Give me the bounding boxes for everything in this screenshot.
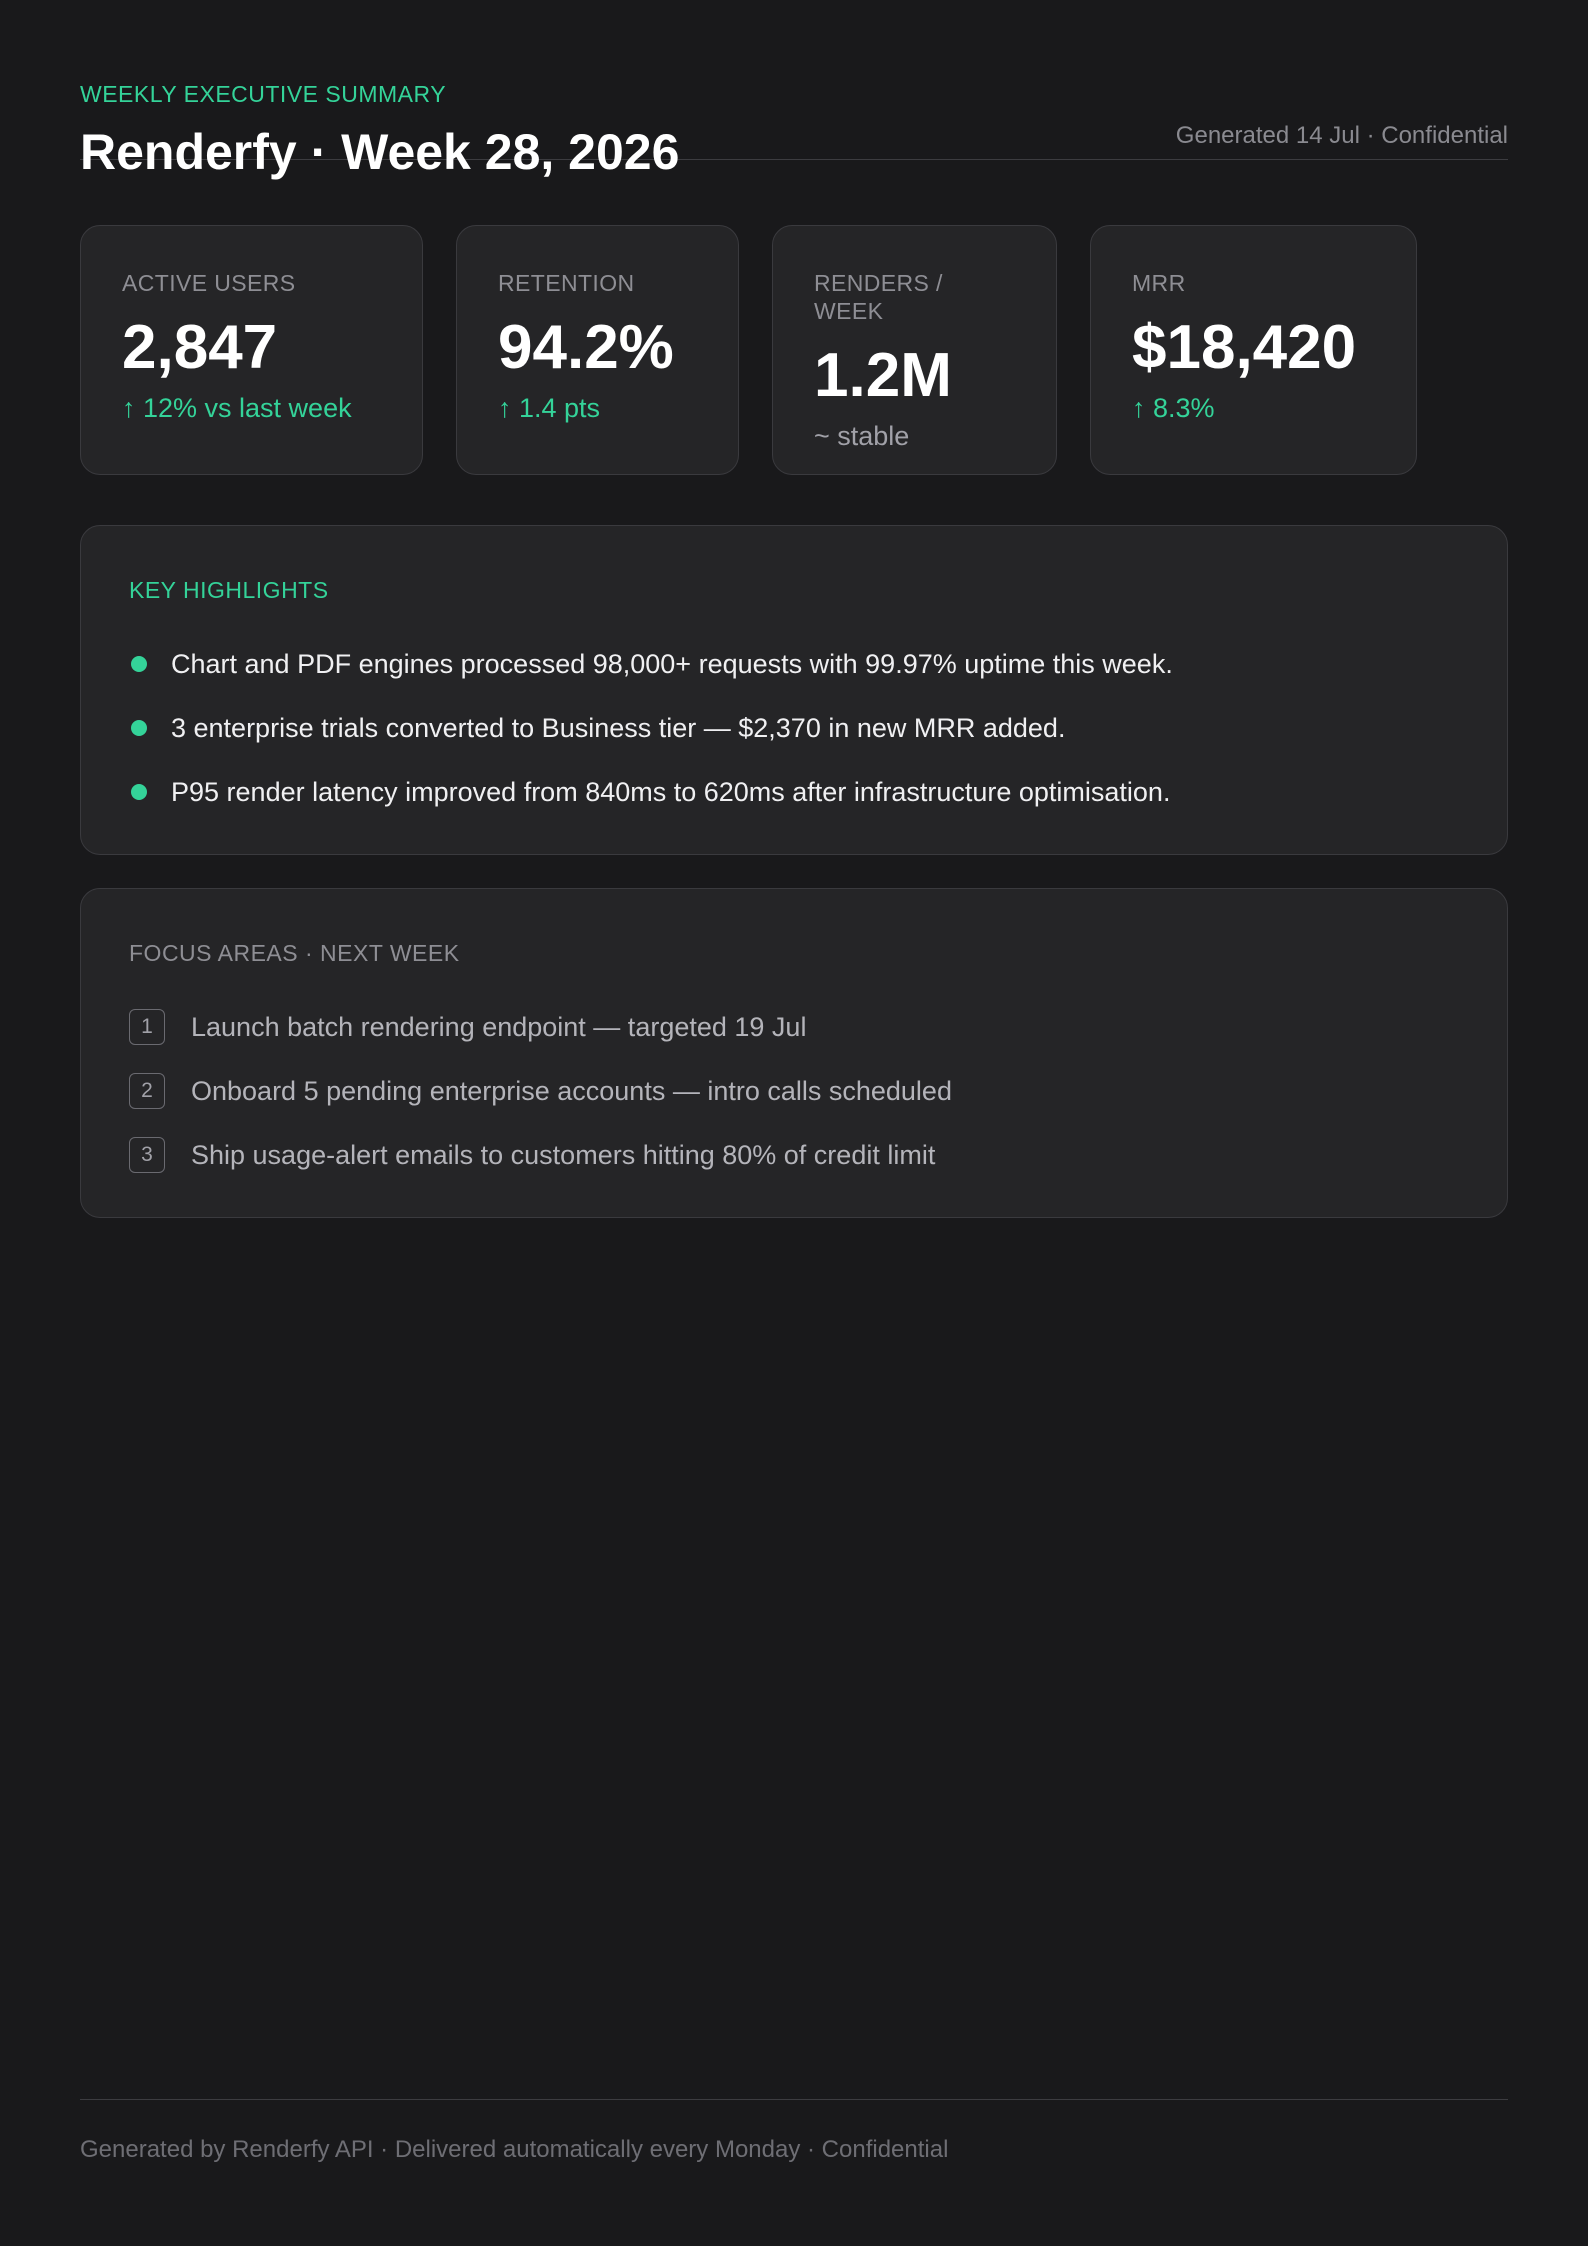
metric-value: 2,847 [122, 313, 278, 382]
metric-card-mrr: MRR $18,420 ↑ 8.3% [1090, 225, 1417, 475]
key-highlights-card: KEY HIGHLIGHTS Chart and PDF engines pro… [80, 525, 1508, 855]
metric-delta: ↑ 8.3% [1132, 393, 1215, 423]
metric-card-active-users: ACTIVE USERS 2,847 ↑ 12% vs last week [80, 225, 423, 475]
list-item: P95 render latency improved from 840ms t… [129, 760, 1459, 824]
metric-value: 94.2% [498, 313, 674, 382]
highlights-label: KEY HIGHLIGHTS [129, 577, 329, 603]
metric-value: $18,420 [1132, 313, 1357, 382]
metric-cards: ACTIVE USERS 2,847 ↑ 12% vs last week RE… [80, 225, 1508, 475]
list-item: 2 Onboard 5 pending enterprise accounts … [129, 1059, 1459, 1123]
focus-label: FOCUS AREAS · NEXT WEEK [129, 940, 460, 966]
bullet-dot-icon [131, 656, 147, 672]
metric-label: RETENTION [498, 270, 635, 296]
report-page: WEEKLY EXECUTIVE SUMMARY Renderfy · Week… [80, 0, 1508, 1218]
focus-areas-card: FOCUS AREAS · NEXT WEEK 1 Launch batch r… [80, 888, 1508, 1218]
list-item: 3 enterprise trials converted to Busines… [129, 696, 1459, 760]
metric-label: RENDERS / WEEK [814, 270, 943, 324]
list-item: Chart and PDF engines processed 98,000+ … [129, 632, 1459, 696]
focus-list: 1 Launch batch rendering endpoint — targ… [129, 995, 1459, 1187]
focus-text: Launch batch rendering endpoint — target… [191, 1011, 807, 1042]
report-footer: Generated by Renderfy API · Delivered au… [80, 2099, 1508, 2166]
highlights-list: Chart and PDF engines processed 98,000+ … [129, 632, 1459, 824]
metric-label: MRR [1132, 270, 1186, 296]
focus-text: Onboard 5 pending enterprise accounts — … [191, 1075, 952, 1106]
list-item: 3 Ship usage-alert emails to customers h… [129, 1123, 1459, 1187]
list-item: 1 Launch batch rendering endpoint — targ… [129, 995, 1459, 1059]
bullet-dot-icon [131, 720, 147, 736]
metric-card-renders-per-week: RENDERS / WEEK 1.2M ~ stable [772, 225, 1057, 475]
report-eyebrow: WEEKLY EXECUTIVE SUMMARY [80, 81, 447, 107]
highlight-text: 3 enterprise trials converted to Busines… [171, 712, 1066, 743]
metric-delta: ↑ 12% vs last week [122, 393, 352, 423]
bullet-dot-icon [131, 784, 147, 800]
highlight-text: P95 render latency improved from 840ms t… [171, 776, 1171, 807]
item-number-badge: 3 [129, 1137, 165, 1173]
metric-card-retention: RETENTION 94.2% ↑ 1.4 pts [456, 225, 739, 475]
metric-label: ACTIVE USERS [122, 270, 296, 296]
metric-value: 1.2M [814, 341, 952, 410]
item-number-badge: 1 [129, 1009, 165, 1045]
report-header: WEEKLY EXECUTIVE SUMMARY Renderfy · Week… [80, 0, 1508, 180]
focus-text: Ship usage-alert emails to customers hit… [191, 1139, 936, 1170]
highlight-text: Chart and PDF engines processed 98,000+ … [171, 648, 1173, 679]
generated-note: Generated 14 Jul · Confidential [1175, 122, 1508, 149]
item-number-badge: 2 [129, 1073, 165, 1109]
metric-delta: ~ stable [814, 421, 910, 451]
metric-delta: ↑ 1.4 pts [498, 393, 601, 423]
